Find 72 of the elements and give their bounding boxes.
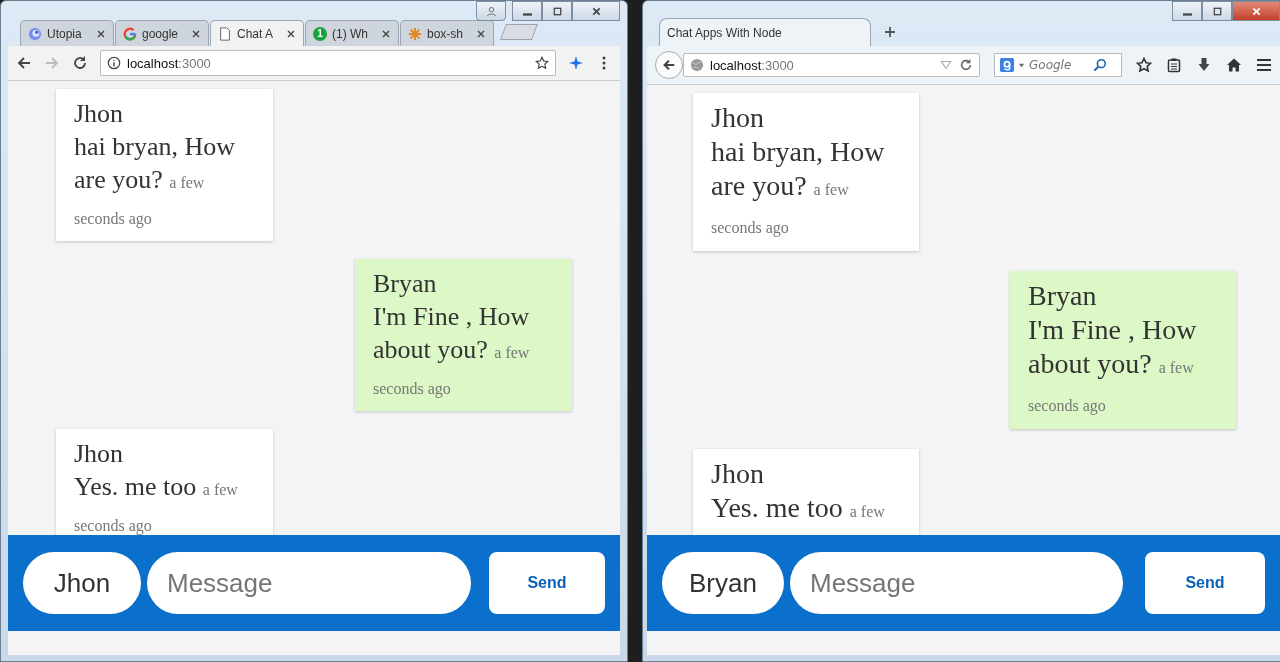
minimize-icon [1182, 12, 1192, 16]
maximize-icon [1211, 5, 1223, 17]
close-icon [1250, 5, 1262, 17]
close-icon [590, 5, 602, 17]
name-field[interactable]: Bryan [662, 552, 784, 614]
caret-icon[interactable] [1018, 61, 1025, 69]
send-button[interactable]: Send [489, 552, 605, 614]
search-icon[interactable] [1093, 58, 1107, 72]
globe-icon [690, 58, 704, 72]
browser-tab[interactable]: 1 (1) Wh [305, 20, 399, 46]
new-tab-icon[interactable] [884, 26, 896, 38]
browser-tab[interactable]: box-sh [400, 20, 494, 46]
message-text: Yes. me too a few [711, 491, 886, 525]
minimize-button[interactable] [512, 1, 542, 21]
profile-button[interactable] [476, 1, 506, 21]
message-text: Yes. me too a few seconds ago [74, 471, 239, 535]
menu-icon[interactable] [1256, 57, 1272, 73]
swirl-icon [28, 26, 42, 41]
sender-name: Bryan [1028, 279, 1098, 313]
user-icon [485, 5, 497, 17]
browser-tab[interactable]: Chat Apps With Node [659, 18, 871, 46]
back-button[interactable] [655, 51, 683, 79]
sender-name: Jhon [711, 101, 765, 135]
minimize-icon [522, 12, 532, 16]
maximize-button[interactable] [542, 1, 572, 21]
close-icon[interactable] [381, 28, 391, 39]
close-icon[interactable] [476, 28, 486, 39]
clipboard-icon[interactable] [1166, 57, 1182, 73]
search-field[interactable]: Google [1029, 58, 1089, 72]
message-text: hai bryan, How are you? a few seconds ago [711, 135, 886, 239]
maximize-icon [551, 5, 563, 17]
send-button[interactable]: Send [1145, 552, 1265, 614]
download-icon[interactable] [1196, 57, 1212, 73]
message-text: I'm Fine , How about you? a few seconds ago [373, 301, 531, 400]
search-bar[interactable]: Google [994, 53, 1122, 77]
close-icon[interactable] [96, 28, 106, 39]
notification-badge: 1 [313, 26, 327, 41]
back-arrow-icon[interactable] [16, 55, 32, 71]
name-field[interactable]: Jhon [23, 552, 141, 614]
search-engine-icon[interactable] [1000, 58, 1014, 72]
address-bar[interactable]: localhost:3000 [683, 53, 980, 77]
minimize-button[interactable] [1172, 1, 1202, 21]
sender-name: Jhon [74, 438, 125, 470]
browser-tab[interactable]: google [115, 20, 209, 46]
address-bar[interactable]: localhost:3000 [100, 50, 556, 76]
page-icon [218, 26, 232, 41]
url-text: localhost:3000 [127, 55, 211, 71]
close-button[interactable] [1232, 1, 1280, 21]
asterisk-icon [408, 26, 422, 41]
close-button[interactable] [572, 1, 620, 21]
browser-tab[interactable]: Chat A [210, 20, 304, 46]
colored-ring-icon [123, 26, 137, 41]
browser-tab[interactable]: Utopia [20, 20, 114, 46]
message-text: I'm Fine , How about you? a few seconds ago [1028, 313, 1198, 417]
message-field[interactable]: Message [790, 552, 1123, 614]
message-text: hai bryan, How are you? a few seconds ago [74, 131, 236, 230]
sender-name: Jhon [711, 457, 765, 491]
star-icon[interactable] [1136, 57, 1152, 73]
sender-name: Jhon [74, 98, 125, 130]
close-icon[interactable] [286, 28, 296, 39]
message-field[interactable]: Message [147, 552, 471, 614]
home-icon[interactable] [1226, 57, 1242, 73]
url-text: localhost:3000 [710, 57, 794, 73]
reload-icon[interactable] [72, 55, 88, 71]
back-arrow-icon [662, 58, 676, 72]
extension-icon[interactable] [568, 55, 584, 71]
close-icon[interactable] [191, 28, 201, 39]
sender-name: Bryan [373, 268, 438, 300]
reload-icon[interactable] [959, 58, 973, 72]
maximize-button[interactable] [1202, 1, 1232, 21]
info-icon[interactable] [107, 56, 121, 70]
star-icon[interactable] [535, 56, 549, 70]
